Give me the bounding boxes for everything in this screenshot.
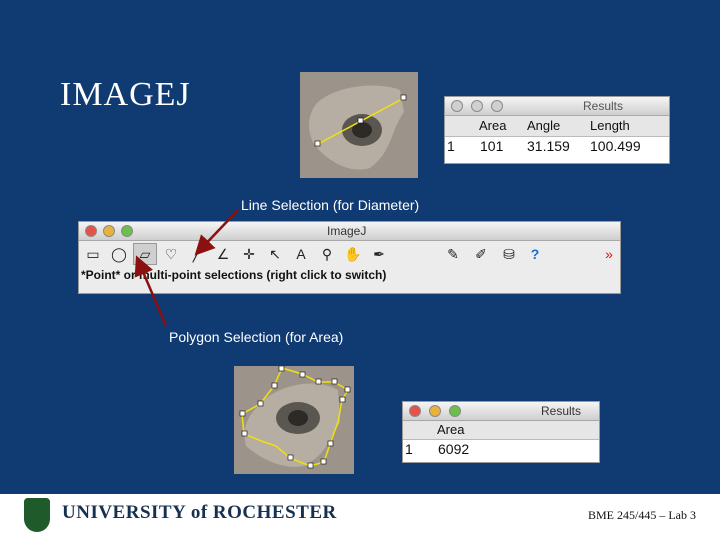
oval-tool-icon[interactable]: ◯ bbox=[107, 243, 131, 265]
close-button[interactable] bbox=[451, 100, 463, 112]
imagej-titlebar[interactable]: ImageJ bbox=[79, 222, 620, 241]
zoom-button[interactable] bbox=[121, 225, 133, 237]
status-bar: *Point* or multi-point selections (right… bbox=[81, 268, 387, 282]
polygon-tool-icon[interactable]: ▱ bbox=[133, 243, 157, 265]
more-tools-icon[interactable]: » bbox=[597, 243, 621, 265]
dropper-tool-icon[interactable]: ✒ bbox=[367, 243, 391, 265]
value-area: 101 bbox=[480, 138, 504, 154]
column-header-length[interactable]: Length bbox=[590, 118, 630, 133]
text-tool-icon[interactable]: A bbox=[289, 243, 313, 265]
row-index: 1 bbox=[405, 441, 413, 457]
window-title: ImageJ bbox=[327, 224, 367, 238]
line-tool-icon[interactable]: ╱ bbox=[185, 243, 209, 265]
window-title: Results bbox=[541, 404, 582, 418]
point-tool-icon[interactable]: ✛ bbox=[237, 243, 261, 265]
results-header-row: Area Angle Length bbox=[445, 116, 669, 137]
course-label: BME 245/445 – Lab 3 bbox=[588, 508, 696, 522]
close-button[interactable] bbox=[409, 405, 421, 417]
column-header-angle[interactable]: Angle bbox=[527, 118, 560, 133]
value-angle: 31.159 bbox=[527, 138, 570, 154]
angle-tool-icon[interactable]: ∠ bbox=[211, 243, 235, 265]
cell-image-polygon-svg bbox=[234, 366, 354, 474]
results-body-bottom: 1 6092 bbox=[403, 440, 599, 462]
rectangle-tool-icon[interactable]: ▭ bbox=[81, 243, 105, 265]
close-button[interactable] bbox=[85, 225, 97, 237]
minimize-button[interactable] bbox=[471, 100, 483, 112]
university-name: UNIVERSITY of ROCHESTER bbox=[62, 502, 337, 523]
column-header-area[interactable]: Area bbox=[437, 422, 464, 437]
results-window-bottom[interactable]: Results Area 1 6092 bbox=[402, 401, 600, 463]
results-body-top: 1 101 31.159 100.499 bbox=[445, 137, 669, 163]
freehand-tool-icon[interactable]: ♡ bbox=[159, 243, 183, 265]
caption-line-selection: Line Selection (for Diameter) bbox=[241, 197, 420, 213]
minimize-button[interactable] bbox=[429, 405, 441, 417]
imagej-window[interactable]: ImageJ ▭ ◯ ▱ ♡ ╱ ∠ ✛ ↖ A ⚲ ✋ ✒ ✎ ✐ ⛁? » *Point* or mult… bbox=[78, 221, 621, 294]
zoom-button[interactable] bbox=[491, 100, 503, 112]
cell-image-line-svg bbox=[300, 72, 418, 178]
cell-image-line bbox=[300, 72, 418, 178]
results-header-row: Area bbox=[403, 421, 599, 440]
university-shield-icon bbox=[24, 498, 50, 532]
value-area: 6092 bbox=[438, 441, 470, 457]
column-header-area[interactable]: Area bbox=[479, 118, 506, 133]
results-window-top[interactable]: Results Area Angle Length 1 101 31.159 1… bbox=[444, 96, 670, 164]
magnifier-tool-icon[interactable]: ⚲ bbox=[315, 243, 339, 265]
pencil-tool-icon[interactable]: ✎ bbox=[441, 243, 465, 265]
brush-tool-icon[interactable]: ✐ bbox=[469, 243, 493, 265]
window-title: Results bbox=[583, 99, 624, 113]
results-titlebar-top[interactable]: Results bbox=[445, 97, 669, 116]
cell-image-polygon bbox=[234, 366, 354, 474]
row-index: 1 bbox=[447, 138, 455, 154]
slide-title: IMAGEJ bbox=[60, 76, 191, 113]
results-titlebar-bottom[interactable]: Results bbox=[403, 402, 599, 421]
hand-tool-icon[interactable]: ✋ bbox=[341, 243, 365, 265]
minimize-button[interactable] bbox=[103, 225, 115, 237]
value-length: 100.499 bbox=[590, 138, 641, 154]
wand-tool-icon[interactable]: ↖ bbox=[263, 243, 287, 265]
zoom-button[interactable] bbox=[449, 405, 461, 417]
footer: UNIVERSITY of ROCHESTER BME 245/445 – La… bbox=[0, 494, 720, 540]
help-tool-icon[interactable]: ? bbox=[523, 243, 547, 265]
flood-fill-tool-icon[interactable]: ⛁ bbox=[497, 243, 521, 265]
caption-polygon-selection: Polygon Selection (for Area) bbox=[169, 329, 344, 345]
